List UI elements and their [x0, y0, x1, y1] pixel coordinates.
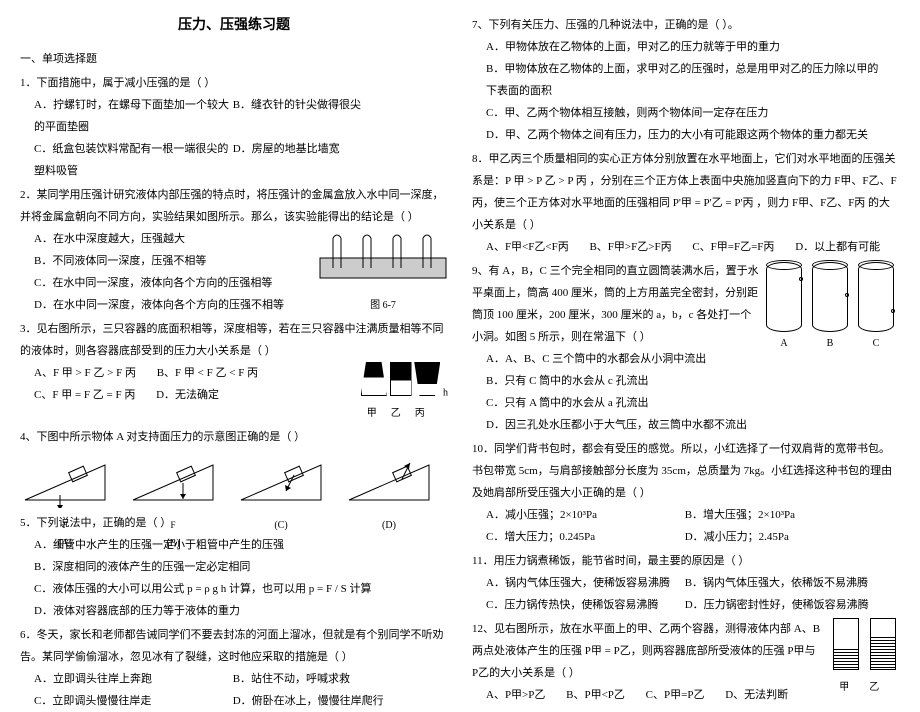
q9-label-C: C	[858, 334, 894, 354]
q7: 7、下列有关压力、压强的几种说法中，正确的是（ ）。 A．甲物体放在乙物体的上面…	[472, 14, 900, 146]
q6-stem: 6．冬天，家长和老师都告诫同学们不要去封冻的河面上溜冰，但就是有个别同学不听劝告…	[20, 624, 448, 668]
q7-opt-a: A．甲物体放在乙物体的上面，甲对乙的压力就等于甲的重力	[486, 36, 882, 58]
q11: 11．用压力锅煮稀饭，能节省时间，最主要的原因是（ ） A．锅内气体压强大，使稀…	[472, 550, 900, 616]
q11-opt-c: C．压力锅传热快，使稀饭容易沸腾	[486, 594, 685, 616]
q12-opt-d: D、无法判断	[725, 684, 788, 706]
q7-stem: 7、下列有关压力、压强的几种说法中，正确的是（ ）。	[472, 14, 900, 36]
q7-opt-d: D．甲、乙两个物体之间有压力，压力的大小有可能跟这两个物体的重力都无关	[486, 124, 882, 146]
q8-opt-d: D．以上都有可能	[795, 236, 880, 258]
q3-label-jia: 甲	[367, 404, 377, 424]
q9-figure: A B C	[766, 262, 894, 354]
q8-opt-c: C、F甲=F乙=F丙	[692, 236, 774, 258]
q1-opt-d: D．房屋的地基比墙宽	[233, 138, 432, 182]
q10: 10．同学们背书包时，都会有受压的感觉。所以，小红选择了一付双肩背的宽带书包。书…	[472, 438, 900, 548]
q4-label-a: (A)	[20, 534, 110, 554]
q12-opt-a: A、P甲>P乙	[486, 684, 545, 706]
q9-opt-b: B．只有 C 筒中的水会从 c 孔流出	[486, 370, 882, 392]
q4-label-d: (D)	[344, 516, 434, 536]
q6-opt-c: C．立即调头慢慢往岸走	[34, 690, 233, 712]
q7-opt-c: C．甲、乙两个物体相互接触，则两个物体间一定存在压力	[486, 102, 882, 124]
q6-opt-b: B．站住不动，呼喊求救	[233, 668, 432, 690]
q2-opt-d: D．在水中同一深度，液体向各个方向的压强不相等	[34, 294, 300, 316]
q4-f-b: F	[128, 516, 218, 534]
q5-opt-d: D．液体对容器底部的压力等于液体的重力	[34, 600, 430, 622]
q12-opt-c: C、P甲=P乙	[646, 684, 705, 706]
q11-opt-a: A．锅内气体压强大，使稀饭容易沸腾	[486, 572, 685, 594]
q3-figure: h 甲 乙 丙	[361, 362, 448, 424]
q7-opt-b: B．甲物体放在乙物体的上面，求甲对乙的压强时，总是用甲对乙的压力除以甲的下表面的…	[486, 58, 882, 102]
q2-opt-a: A．在水中深度越大，压强越大	[34, 228, 300, 250]
q12-label-yi: 乙	[869, 678, 879, 698]
q2-opt-c: C．在水中同一深度，液体向各个方向的压强相等	[34, 272, 300, 294]
q11-opt-b: B．锅内气体压强大，依稀饭不易沸腾	[685, 572, 884, 594]
q2-fig-label: 图 6-7	[318, 296, 448, 316]
q6-opt-d: D．俯卧在冰上，慢慢往岸爬行	[233, 690, 432, 712]
q1-opt-c: C．纸盒包装饮料常配有一根一端很尖的塑料吸管	[34, 138, 233, 182]
q1-opt-a: A．拧螺钉时，在螺母下面垫加一个较大的平面垫圈	[34, 94, 233, 138]
q4-label-c: (C)	[236, 516, 326, 536]
q8-stem: 8．甲乙丙三个质量相同的实心正方体分别放置在水平地面上，它们对水平地面的压强关系…	[472, 148, 900, 236]
q3-opt-a: A、F 甲 > F 乙 > F 丙	[34, 362, 136, 384]
q4: 4、下图中所示物体 A 对支持面压力的示意图正确的是（ ） F (A) F (B…	[20, 426, 448, 508]
q4-figure: F (A) F (B) (C) (D)	[20, 452, 448, 508]
q8-opt-b: B、F甲>F乙>F丙	[589, 236, 671, 258]
q9-opt-d: D．因三孔处水压都小于大气压，故三筒中水都不流出	[486, 414, 882, 436]
q1-opt-b: B．缝衣针的针尖做得很尖	[233, 94, 432, 138]
q1-stem: 1．下面措施中，属于减小压强的是（ ）	[20, 72, 448, 94]
q3-label-yi: 乙	[391, 404, 401, 424]
q4-label-b: (B)	[128, 534, 218, 554]
q11-opt-d: D．压力锅密封性好，使稀饭容易沸腾	[685, 594, 884, 616]
section-heading: 一、单项选择题	[20, 48, 448, 70]
q2-figure: 图 6-7	[318, 228, 448, 316]
q11-stem: 11．用压力锅煮稀饭，能节省时间，最主要的原因是（ ）	[472, 550, 900, 572]
q12: 甲 乙 12、见右图所示，放在水平面上的甲、乙两个容器，测得液体内部 A、B 两…	[472, 618, 900, 706]
q2-opt-b: B．不同液体同一深度，压强不相等	[34, 250, 300, 272]
q10-opt-b: B．增大压强；2×10³Pa	[685, 504, 884, 526]
q3: 3．见右图所示，三只容器的底面积相等，深度相等，若在三只容器中注满质量相等不同的…	[20, 318, 448, 424]
q10-opt-a: A．减小压强；2×10³Pa	[486, 504, 685, 526]
q9-label-B: B	[812, 334, 848, 354]
q3-label-bing: 丙	[415, 404, 425, 424]
q10-opt-d: D．减小压力；2.45Pa	[685, 526, 884, 548]
q12-opt-b: B、P甲<P乙	[566, 684, 625, 706]
q3-opt-d: D．无法确定	[156, 384, 219, 406]
q12-figure: 甲 乙	[829, 618, 900, 698]
q9: A B C 9、有 A，B，C 三个完全相同的直立圆筒装满水后，置于水平桌面上，…	[472, 260, 900, 436]
q2-stem: 2．某同学用压强计研究液体内部压强的特点时，将压强计的金属盒放入水中同一深度，并…	[20, 184, 448, 228]
q8: 8．甲乙丙三个质量相同的实心正方体分别放置在水平地面上，它们对水平地面的压强关系…	[472, 148, 900, 258]
q1: 1．下面措施中，属于减小压强的是（ ） A．拧螺钉时，在螺母下面垫加一个较大的平…	[20, 72, 448, 182]
q3-opt-c: C、F 甲 = F 乙 = F 丙	[34, 384, 135, 406]
q12-label-jia: 甲	[839, 678, 849, 698]
q10-opt-c: C．增大压力；0.245Pa	[486, 526, 685, 548]
q6-opt-a: A．立即调头往岸上奔跑	[34, 668, 233, 690]
q3-opt-b: B、F 甲 < F 乙 < F 丙	[157, 362, 258, 384]
page-title: 压力、压强练习题	[20, 12, 448, 40]
q5-opt-b: B．深度相同的液体产生的压强一定必定相同	[34, 556, 430, 578]
q2: 2．某同学用压强计研究液体内部压强的特点时，将压强计的金属盒放入水中同一深度，并…	[20, 184, 448, 316]
q3-h-label: h	[443, 387, 448, 398]
q5-opt-c: C．液体压强的大小可以用公式 p = ρ g h 计算，也可以用 p = F /…	[34, 578, 430, 600]
q8-opt-a: A、F甲<F乙<F丙	[486, 236, 569, 258]
q3-stem: 3．见右图所示，三只容器的底面积相等，深度相等，若在三只容器中注满质量相等不同的…	[20, 318, 448, 362]
q6: 6．冬天，家长和老师都告诫同学们不要去封冻的河面上溜冰，但就是有个别同学不听劝告…	[20, 624, 448, 712]
q9-label-A: A	[766, 334, 802, 354]
q9-opt-c: C．只有 A 筒中的水会从 a 孔流出	[486, 392, 882, 414]
q10-stem: 10．同学们背书包时，都会有受压的感觉。所以，小红选择了一付双肩背的宽带书包。书…	[472, 438, 900, 504]
q4-f-a: F	[20, 516, 110, 534]
q4-stem: 4、下图中所示物体 A 对支持面压力的示意图正确的是（ ）	[20, 426, 448, 448]
